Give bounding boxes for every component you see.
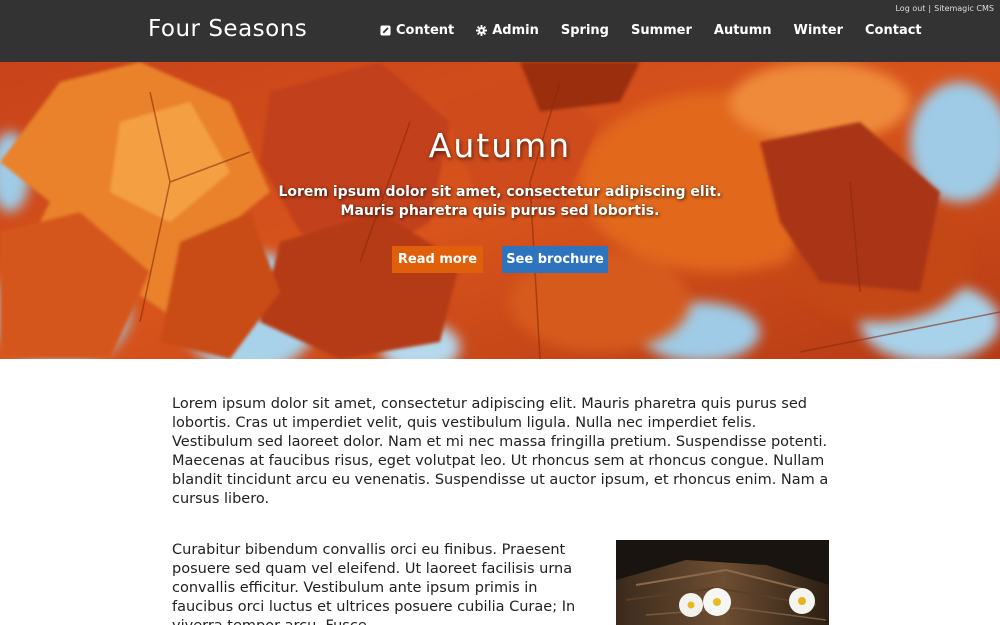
nav-item-content[interactable]: Content	[380, 23, 454, 38]
nav-item-label: Contact	[865, 23, 922, 38]
user-links: Log out | Sitemagic CMS	[895, 4, 994, 13]
user-links-separator: |	[928, 4, 932, 13]
logout-link[interactable]: Log out	[895, 4, 925, 13]
content-paragraph-2: Curabitur bibendum convallis orci eu fin…	[172, 542, 576, 625]
nav-item-summer[interactable]: Summer	[631, 23, 692, 38]
nav-item-contact[interactable]: Contact	[865, 23, 922, 38]
daisies-photo-image	[616, 540, 829, 625]
edit-icon	[380, 25, 391, 36]
nav-item-autumn[interactable]: Autumn	[714, 23, 772, 38]
nav-item-admin[interactable]: Admin	[476, 23, 539, 38]
top-navigation-bar: Four Seasons Content Admin Spring Summer…	[0, 0, 1000, 62]
hero-subtitle-line-1: Lorem ipsum dolor sit amet, consectetur …	[278, 184, 722, 200]
hero-subtitle: Lorem ipsum dolor sit amet, consectetur …	[0, 183, 1000, 221]
hero-subtitle-line-2: Mauris pharetra quis purus sed lobortis.	[340, 203, 660, 219]
read-more-button[interactable]: Read more	[392, 246, 483, 273]
daisies-on-wood-photo	[616, 540, 829, 625]
sitemagic-cms-link[interactable]: Sitemagic CMS	[934, 4, 994, 13]
nav-item-label: Summer	[630, 23, 692, 38]
hero-banner: Autumn Lorem ipsum dolor sit amet, conse…	[0, 62, 1000, 359]
hero-title: Autumn	[428, 126, 572, 165]
nav-item-label: Spring	[560, 23, 609, 38]
nav-item-label: Content	[396, 23, 455, 38]
nav-item-label: Admin	[492, 23, 539, 38]
nav-item-spring[interactable]: Spring	[561, 23, 609, 38]
see-brochure-button[interactable]: See brochure	[502, 246, 608, 273]
nav-item-winter[interactable]: Winter	[794, 23, 844, 38]
gear-icon	[476, 25, 488, 36]
site-brand[interactable]: Four Seasons	[148, 16, 307, 42]
nav-item-label: Winter	[793, 23, 844, 38]
content-paragraph-1: Lorem ipsum dolor sit amet, consectetur …	[172, 396, 829, 507]
main-nav: Content Admin Spring Summer Autumn Winte…	[380, 23, 922, 38]
nav-item-label: Autumn	[713, 23, 772, 38]
